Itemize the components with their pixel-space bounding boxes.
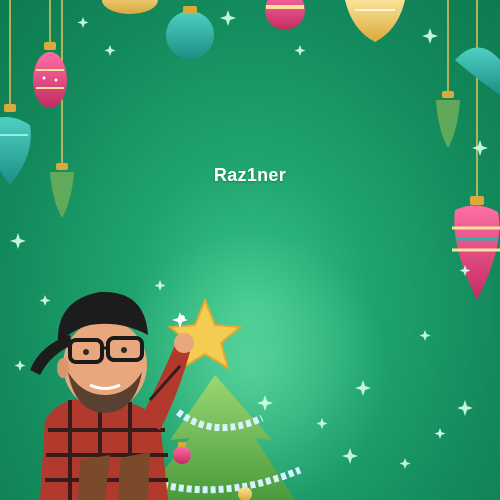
ornament-icon [452,196,500,300]
sparkle-icon [257,395,273,411]
sparkle-icon [399,458,411,469]
decorations-layer [0,0,500,500]
sparkle-icon [419,330,431,341]
sparkle-icon [220,10,236,26]
sparkle-icon [316,418,328,429]
ornament-icon [345,0,405,42]
sparkle-icon [39,295,51,306]
sparkle-icon [422,28,438,44]
ornament-icon [436,91,460,148]
ornament-icon [265,0,305,30]
sparkle-icon [294,45,306,56]
sparkle-icon [77,17,89,28]
ornament-icon [166,6,214,59]
sparkle-icon [355,380,371,396]
sparkle-icon [10,233,26,249]
sparkle-icon [434,428,446,439]
profile-username: Raz1ner [213,165,287,185]
sparkle-icon [342,448,358,464]
ornament-icon [102,0,158,14]
sparkle-icon [472,140,488,156]
sparkle-icon [457,400,473,416]
sparkle-icon [14,360,26,371]
sparkle-icon [104,45,116,56]
sparkle-icon [154,280,166,291]
holiday-profile-card: Raz1ner [0,0,500,500]
